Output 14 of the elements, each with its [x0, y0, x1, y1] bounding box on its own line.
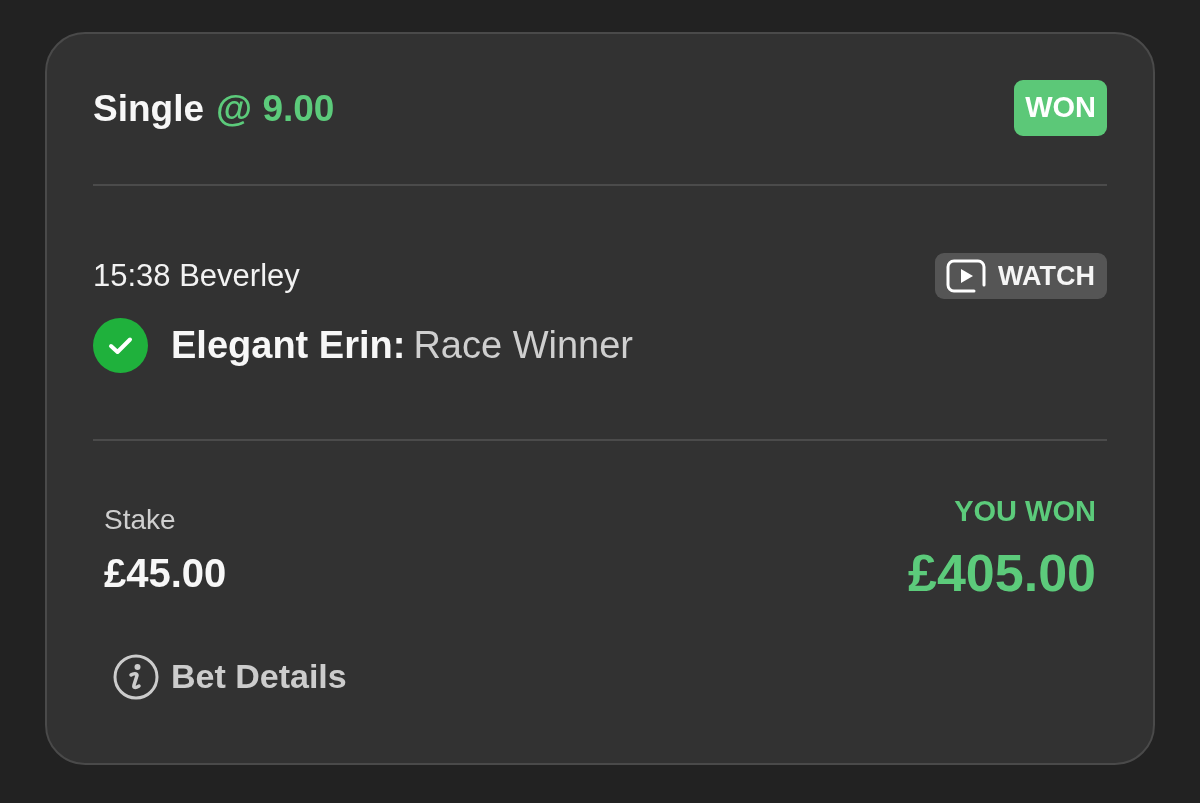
- market-text: Race Winner: [413, 322, 633, 368]
- returns-amount: £405.00: [908, 543, 1096, 603]
- watch-button[interactable]: WATCH: [935, 253, 1107, 299]
- odds-text: @ 9.00: [216, 89, 335, 127]
- event-text: 15:38 Beverley: [93, 256, 300, 295]
- status-badge: WON: [1014, 80, 1107, 136]
- stake-label: Stake: [104, 503, 176, 537]
- bet-type-title: Single: [93, 89, 205, 127]
- stake-amount: £45.00: [104, 550, 227, 597]
- play-icon: [946, 259, 986, 293]
- bet-details-link[interactable]: Bet Details: [113, 651, 347, 702]
- selection-name: Elegant Erin:: [171, 322, 406, 368]
- returns-label: YOU WON: [954, 494, 1096, 528]
- info-icon: [113, 653, 159, 700]
